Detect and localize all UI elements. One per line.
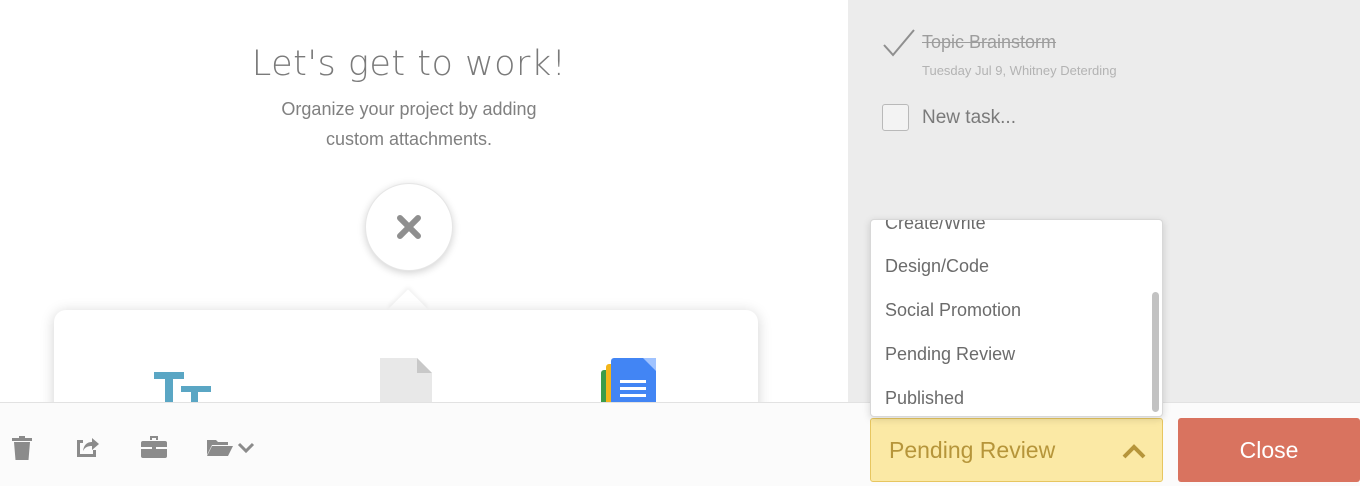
status-option[interactable]: Create/Write — [885, 220, 986, 234]
trash-icon[interactable] — [12, 436, 32, 460]
google-docs-icon[interactable] — [598, 358, 658, 402]
status-selected-label: Pending Review — [889, 437, 1056, 463]
status-option[interactable]: Design/Code — [885, 256, 989, 277]
status-dropdown-list: Create/Write Design/Code Social Promotio… — [870, 219, 1163, 417]
text-format-icon[interactable] — [154, 370, 214, 402]
new-task-placeholder: New task... — [922, 107, 1016, 128]
file-icon[interactable] — [379, 358, 433, 402]
close-attachments-button[interactable] — [365, 183, 453, 271]
page-subtitle: Organize your project by adding custom a… — [281, 99, 537, 149]
share-icon[interactable] — [74, 434, 100, 460]
task-meta: Tuesday Jul 9, Whitney Deterding — [922, 63, 1117, 78]
task-title: Topic Brainstorm — [922, 32, 1057, 52]
dropdown-scrollbar[interactable] — [1152, 292, 1159, 412]
briefcase-icon[interactable] — [141, 436, 167, 458]
page-title: Let's get to work! — [251, 44, 567, 84]
attachments-panel: Let's get to work! Organize your project… — [0, 0, 848, 402]
close-button[interactable]: Close — [1178, 418, 1360, 482]
close-icon — [397, 215, 421, 239]
folder-icon[interactable] — [207, 438, 257, 458]
status-option[interactable]: Published — [885, 388, 964, 409]
completed-task[interactable]: Topic Brainstorm Tuesday Jul 9, Whitney … — [882, 28, 1302, 84]
status-select[interactable]: Pending Review — [870, 418, 1163, 482]
task-checkbox[interactable] — [882, 104, 909, 131]
new-task-input[interactable]: New task... — [882, 104, 1302, 134]
checkmark-icon — [883, 29, 915, 57]
status-option[interactable]: Pending Review — [885, 344, 1015, 365]
chevron-up-icon — [1122, 444, 1146, 459]
status-option[interactable]: Social Promotion — [885, 300, 1021, 321]
